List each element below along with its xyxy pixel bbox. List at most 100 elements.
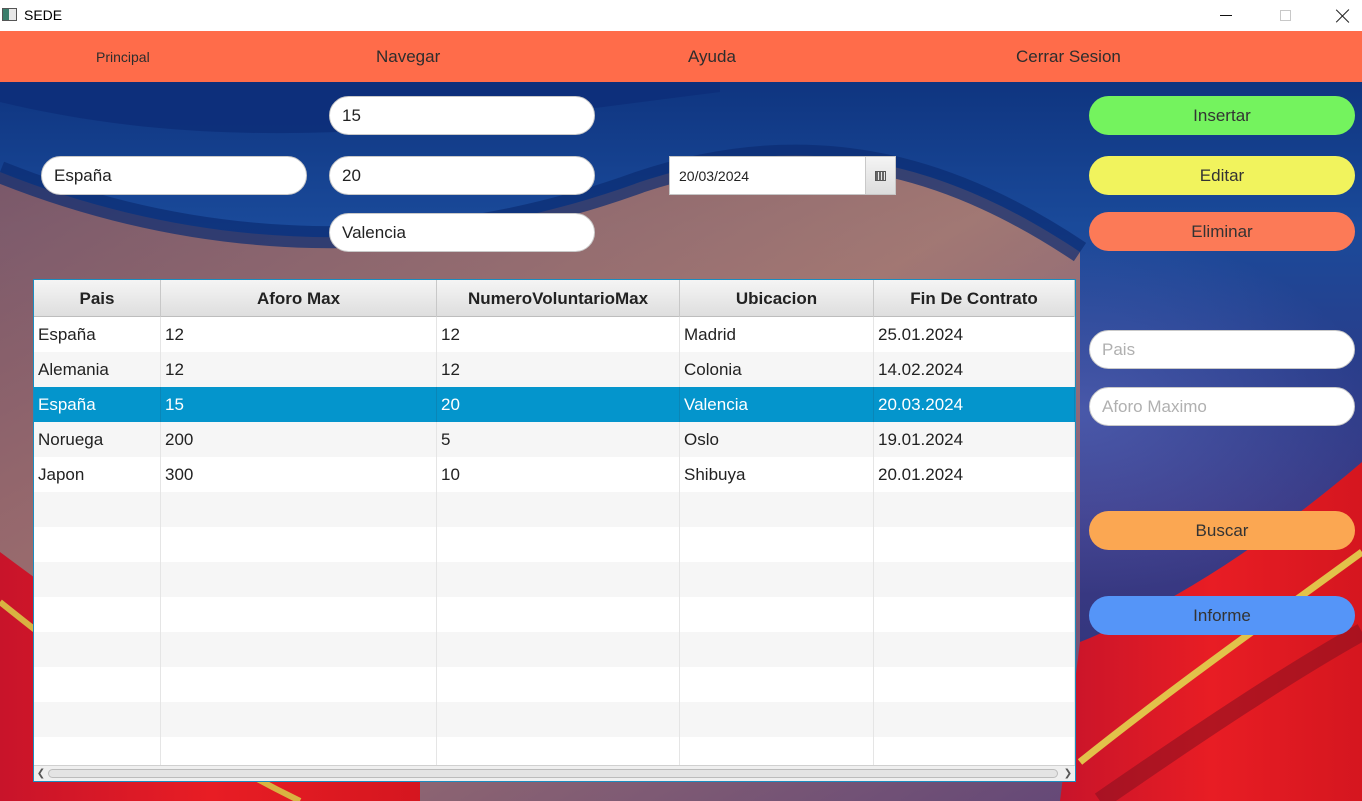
- column-header-fin-de-contrato[interactable]: Fin De Contrato: [874, 280, 1075, 317]
- pais-input[interactable]: [41, 156, 307, 195]
- table-cell: 20.01.2024: [874, 457, 1075, 492]
- fecha-datepicker[interactable]: [669, 156, 896, 195]
- column-header-pais[interactable]: Pais: [34, 280, 161, 317]
- table-cell: España: [34, 387, 161, 422]
- menu-bar: Principal Navegar Ayuda Cerrar Sesion: [0, 31, 1362, 82]
- minimize-icon: [1220, 15, 1232, 16]
- empty-table-row[interactable]: [34, 527, 1075, 562]
- calendar-icon: [875, 170, 886, 181]
- column-header-aforo-max[interactable]: Aforo Max: [161, 280, 437, 317]
- table-row[interactable]: Noruega 200 5 Oslo 19.01.2024: [34, 422, 1075, 457]
- table-cell: 12: [161, 317, 437, 352]
- aforo-input[interactable]: [329, 96, 595, 135]
- table-cell: Alemania: [34, 352, 161, 387]
- table-cell: Madrid: [680, 317, 874, 352]
- table-cell: [680, 702, 874, 737]
- empty-table-row[interactable]: [34, 667, 1075, 702]
- table-cell: 5: [437, 422, 680, 457]
- table-cell: [437, 597, 680, 632]
- table-header: Pais Aforo Max NumeroVoluntarioMax Ubica…: [34, 280, 1075, 317]
- buscar-button[interactable]: Buscar: [1089, 511, 1355, 550]
- table-cell: 20: [437, 387, 680, 422]
- table-cell: [34, 597, 161, 632]
- empty-table-row[interactable]: [34, 632, 1075, 667]
- maximize-button[interactable]: [1256, 0, 1314, 31]
- app-icon: [2, 8, 17, 21]
- table-cell: [437, 492, 680, 527]
- table-cell: [161, 597, 437, 632]
- table-cell: [680, 562, 874, 597]
- scroll-left-icon[interactable]: ❮: [36, 769, 46, 779]
- insertar-button[interactable]: Insertar: [1089, 96, 1355, 135]
- table-row[interactable]: Japon 300 10 Shibuya 20.01.2024: [34, 457, 1075, 492]
- table-cell: [680, 492, 874, 527]
- table-row[interactable]: Alemania 12 12 Colonia 14.02.2024: [34, 352, 1075, 387]
- menu-principal[interactable]: Principal: [96, 31, 150, 82]
- table-cell: [680, 597, 874, 632]
- eliminar-button[interactable]: Eliminar: [1089, 212, 1355, 251]
- table-cell: 19.01.2024: [874, 422, 1075, 457]
- table-cell: [437, 527, 680, 562]
- ubicacion-input[interactable]: [329, 213, 595, 252]
- table-cell: [34, 632, 161, 667]
- table-cell: [34, 527, 161, 562]
- menu-cerrar-sesion[interactable]: Cerrar Sesion: [1016, 31, 1121, 82]
- table-row[interactable]: España 12 12 Madrid 25.01.2024: [34, 317, 1075, 352]
- search-pais-input[interactable]: [1089, 330, 1355, 369]
- empty-table-row[interactable]: [34, 492, 1075, 527]
- table-cell: Noruega: [34, 422, 161, 457]
- table-cell: Valencia: [680, 387, 874, 422]
- table-cell: 25.01.2024: [874, 317, 1075, 352]
- table-cell: [874, 562, 1075, 597]
- table-cell: [34, 667, 161, 702]
- table-cell: [161, 632, 437, 667]
- table-cell: [161, 492, 437, 527]
- table-cell: 300: [161, 457, 437, 492]
- close-button[interactable]: [1314, 0, 1362, 31]
- table-row[interactable]: España 15 20 Valencia 20.03.2024: [34, 387, 1075, 422]
- table-cell: Colonia: [680, 352, 874, 387]
- empty-table-row[interactable]: [34, 562, 1075, 597]
- column-header-ubicacion[interactable]: Ubicacion: [680, 280, 874, 317]
- table-cell: 12: [161, 352, 437, 387]
- horizontal-scrollbar[interactable]: ❮ ❯: [34, 765, 1075, 781]
- table-cell: [680, 667, 874, 702]
- table-cell: Shibuya: [680, 457, 874, 492]
- table-cell: Japon: [34, 457, 161, 492]
- sede-table[interactable]: Pais Aforo Max NumeroVoluntarioMax Ubica…: [33, 279, 1076, 782]
- table-cell: [874, 702, 1075, 737]
- table-cell: 12: [437, 352, 680, 387]
- empty-table-row[interactable]: [34, 702, 1075, 737]
- maximize-icon: [1279, 10, 1291, 21]
- table-cell: 10: [437, 457, 680, 492]
- minimize-button[interactable]: [1197, 0, 1255, 31]
- table-cell: 20.03.2024: [874, 387, 1075, 422]
- fecha-input[interactable]: [670, 157, 865, 194]
- table-cell: 14.02.2024: [874, 352, 1075, 387]
- editar-button[interactable]: Editar: [1089, 156, 1355, 195]
- table-cell: España: [34, 317, 161, 352]
- table-cell: 15: [161, 387, 437, 422]
- calendar-button[interactable]: [865, 157, 895, 194]
- menu-ayuda[interactable]: Ayuda: [688, 31, 736, 82]
- table-cell: [874, 632, 1075, 667]
- window-title: SEDE: [24, 7, 63, 23]
- table-cell: [161, 702, 437, 737]
- search-aforo-input[interactable]: [1089, 387, 1355, 426]
- table-cell: [874, 527, 1075, 562]
- table-cell: [161, 562, 437, 597]
- informe-button[interactable]: Informe: [1089, 596, 1355, 635]
- table-cell: [161, 667, 437, 702]
- table-cell: [437, 632, 680, 667]
- scrollbar-thumb[interactable]: [48, 769, 1058, 778]
- table-cell: Oslo: [680, 422, 874, 457]
- scroll-right-icon[interactable]: ❯: [1063, 769, 1073, 779]
- empty-table-row[interactable]: [34, 597, 1075, 632]
- column-header-numero-voluntario-max[interactable]: NumeroVoluntarioMax: [437, 280, 680, 317]
- table-cell: 200: [161, 422, 437, 457]
- menu-navegar[interactable]: Navegar: [376, 31, 440, 82]
- voluntarios-input[interactable]: [329, 156, 595, 195]
- table-cell: [680, 632, 874, 667]
- table-cell: [437, 562, 680, 597]
- table-cell: [161, 527, 437, 562]
